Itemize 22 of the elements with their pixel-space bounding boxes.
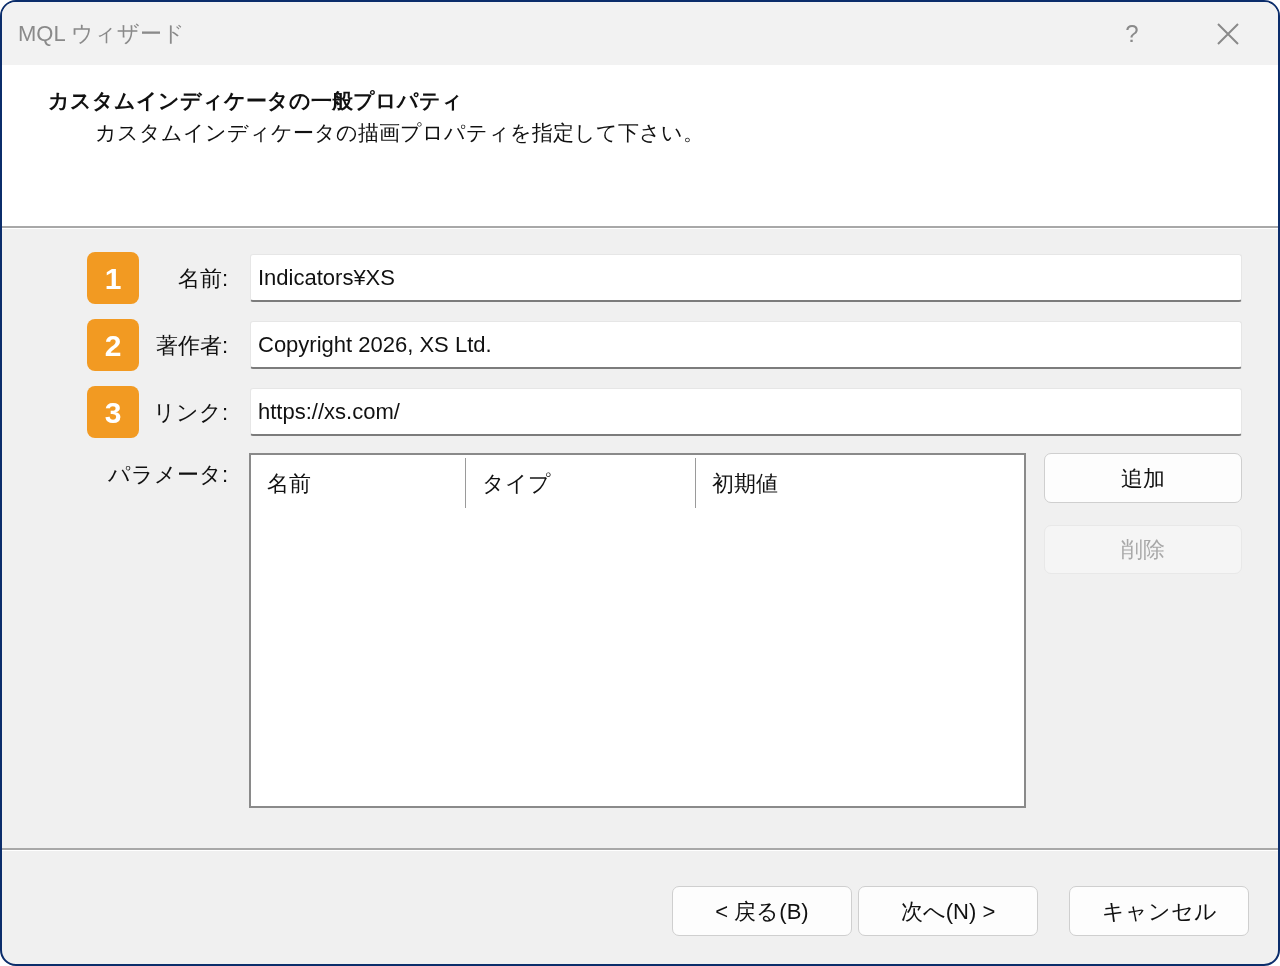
column-header[interactable]: 名前 [251, 458, 465, 508]
close-icon [1217, 22, 1239, 45]
page-heading: カスタムインディケータの一般プロパティ [48, 89, 463, 113]
page-description: カスタムインディケータの描画プロパティを指定して下さい。 [95, 121, 704, 145]
input-field[interactable]: Indicators¥XS [250, 254, 1242, 302]
input-field[interactable]: Copyright 2026, XS Ltd. [250, 321, 1242, 369]
field-label: 名前: [177, 264, 228, 293]
column-header[interactable]: タイプ [465, 458, 695, 508]
footer-button[interactable]: 次へ(N) > [858, 886, 1038, 936]
input-field[interactable]: https://xs.com/ [250, 388, 1242, 436]
field-label: リンク: [152, 398, 228, 427]
parameters-list[interactable]: 名前 タイプ 初期値 [249, 453, 1026, 808]
step-badge: 3 [87, 386, 139, 438]
footer-button[interactable]: キャンセル [1069, 886, 1249, 936]
step-badge: 2 [87, 319, 139, 371]
step-badge: 1 [87, 252, 139, 304]
footer-button[interactable]: < 戻る(B) [672, 886, 852, 936]
column-header[interactable]: 初期値 [695, 458, 1024, 508]
action-button[interactable]: 追加 [1044, 453, 1242, 503]
field-label: 著作者: [155, 331, 228, 360]
field-label: パラメータ: [107, 461, 228, 488]
window-title: MQL ウィザード [18, 22, 185, 45]
